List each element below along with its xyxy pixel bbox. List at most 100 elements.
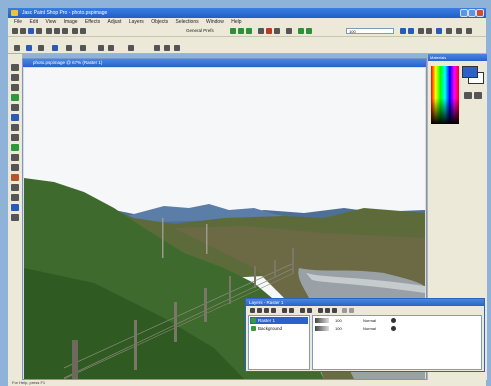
layer-row[interactable]: Background xyxy=(250,325,308,332)
layer-properties-area: 100 Normal 100 Normal xyxy=(312,315,482,370)
opacity-slider[interactable] xyxy=(315,318,329,323)
open-file-icon[interactable] xyxy=(20,28,26,34)
toolbar-tool-icon[interactable] xyxy=(456,28,462,34)
option-icon[interactable] xyxy=(128,45,134,51)
deform-tool-icon[interactable] xyxy=(11,84,19,91)
dropper-tool-icon[interactable] xyxy=(11,124,19,131)
option-icon[interactable] xyxy=(66,45,72,51)
option-icon[interactable] xyxy=(154,45,160,51)
option-icon[interactable] xyxy=(38,45,44,51)
new-vector-layer-icon[interactable] xyxy=(257,308,262,313)
menu-image[interactable]: Image xyxy=(64,18,78,26)
minimize-button[interactable] xyxy=(460,9,468,17)
picture-tube-icon[interactable] xyxy=(11,174,19,181)
option-icon[interactable] xyxy=(164,45,170,51)
link-layer-icon[interactable] xyxy=(300,308,305,313)
maximize-button[interactable] xyxy=(468,9,476,17)
blend-mode[interactable]: Normal xyxy=(363,317,376,324)
lock-transparency-icon[interactable] xyxy=(325,308,330,313)
text-tool-icon[interactable] xyxy=(11,194,19,201)
move-tool-icon[interactable] xyxy=(11,104,19,111)
menu-view[interactable]: View xyxy=(45,18,56,26)
layer-properties-icon[interactable] xyxy=(307,308,312,313)
toolbar-tool-icon[interactable] xyxy=(436,28,442,34)
group-layer-icon[interactable] xyxy=(332,308,337,313)
color-spectrum[interactable] xyxy=(431,66,459,124)
layer-property-row[interactable]: 100 Normal xyxy=(315,317,479,324)
menu-selections[interactable]: Selections xyxy=(176,18,199,26)
opacity-slider[interactable] xyxy=(315,326,329,331)
menu-adjust[interactable]: Adjust xyxy=(108,18,122,26)
toolbar-tool-icon[interactable] xyxy=(258,28,264,34)
option-icon[interactable] xyxy=(80,45,86,51)
option-icon[interactable] xyxy=(108,45,114,51)
texture-icon[interactable] xyxy=(474,92,482,99)
preset-shape-icon[interactable] xyxy=(11,204,19,211)
option-icon[interactable] xyxy=(174,45,180,51)
layers-title: Layers - Raster 1 xyxy=(249,300,284,305)
clone-brush-icon[interactable] xyxy=(11,144,19,151)
toggle-icon[interactable] xyxy=(342,308,347,313)
layer-property-row[interactable]: 100 Normal xyxy=(315,325,479,332)
toolbar-tool-icon[interactable] xyxy=(230,28,236,34)
toggle-icon[interactable] xyxy=(349,308,354,313)
swap-colors-icon[interactable] xyxy=(464,92,472,99)
menu-file[interactable]: File xyxy=(14,18,22,26)
zoom-combo[interactable]: 100 xyxy=(346,28,394,34)
retouch-tool-icon[interactable] xyxy=(11,154,19,161)
menu-layers[interactable]: Layers xyxy=(129,18,144,26)
option-icon[interactable] xyxy=(52,45,58,51)
eraser-tool-icon[interactable] xyxy=(11,164,19,171)
delete-layer-icon[interactable] xyxy=(289,308,294,313)
zoom-tool-icon[interactable] xyxy=(11,74,19,81)
print-icon[interactable] xyxy=(36,28,42,34)
toolbar-tool-icon[interactable] xyxy=(446,28,452,34)
new-adjustment-layer-icon[interactable] xyxy=(271,308,276,313)
pen-tool-icon[interactable] xyxy=(11,214,19,221)
menu-edit[interactable]: Edit xyxy=(29,18,38,26)
menu-help[interactable]: Help xyxy=(231,18,241,26)
flood-fill-icon[interactable] xyxy=(11,184,19,191)
toolbar-tool-icon[interactable] xyxy=(286,28,292,34)
option-icon[interactable] xyxy=(26,45,32,51)
edit-selection-icon[interactable] xyxy=(318,308,323,313)
toolbar-tool-icon[interactable] xyxy=(418,28,424,34)
opacity-value: 100 xyxy=(335,318,342,323)
menu-window[interactable]: Window xyxy=(206,18,224,26)
toolbar-tool-icon[interactable] xyxy=(298,28,304,34)
pan-tool-icon[interactable] xyxy=(11,64,19,71)
toolbar-tool-icon[interactable] xyxy=(306,28,312,34)
toolbar-tool-icon[interactable] xyxy=(266,28,272,34)
toolbar-tool-icon[interactable] xyxy=(426,28,432,34)
layer-row[interactable]: Raster 1 xyxy=(250,317,308,324)
undo-icon[interactable] xyxy=(72,28,78,34)
menu-objects[interactable]: Objects xyxy=(151,18,168,26)
visibility-eye-icon[interactable] xyxy=(391,318,396,323)
duplicate-layer-icon[interactable] xyxy=(282,308,287,313)
save-icon[interactable] xyxy=(28,28,34,34)
cut-icon[interactable] xyxy=(46,28,52,34)
toolbar-tool-icon[interactable] xyxy=(238,28,244,34)
foreground-color-swatch[interactable] xyxy=(462,66,478,78)
redo-icon[interactable] xyxy=(80,28,86,34)
close-button[interactable] xyxy=(476,9,484,17)
crop-tool-icon[interactable] xyxy=(11,94,19,101)
paint-brush-icon[interactable] xyxy=(11,134,19,141)
new-file-icon[interactable] xyxy=(12,28,18,34)
new-layer-icon[interactable] xyxy=(250,308,255,313)
toolbar-tool-icon[interactable] xyxy=(246,28,252,34)
menu-effects[interactable]: Effects xyxy=(85,18,100,26)
copy-icon[interactable] xyxy=(54,28,60,34)
option-icon[interactable] xyxy=(98,45,104,51)
layer-name: Raster 1 xyxy=(258,318,276,323)
blend-mode[interactable]: Normal xyxy=(363,325,376,332)
new-mask-icon[interactable] xyxy=(264,308,269,313)
option-icon[interactable] xyxy=(14,45,20,51)
toolbar-tool-icon[interactable] xyxy=(400,28,406,34)
paste-icon[interactable] xyxy=(62,28,68,34)
toolbar-tool-icon[interactable] xyxy=(274,28,280,34)
selection-tool-icon[interactable] xyxy=(11,114,19,121)
toolbar-tool-icon[interactable] xyxy=(466,28,472,34)
toolbar-tool-icon[interactable] xyxy=(408,28,414,34)
visibility-eye-icon[interactable] xyxy=(391,326,396,331)
